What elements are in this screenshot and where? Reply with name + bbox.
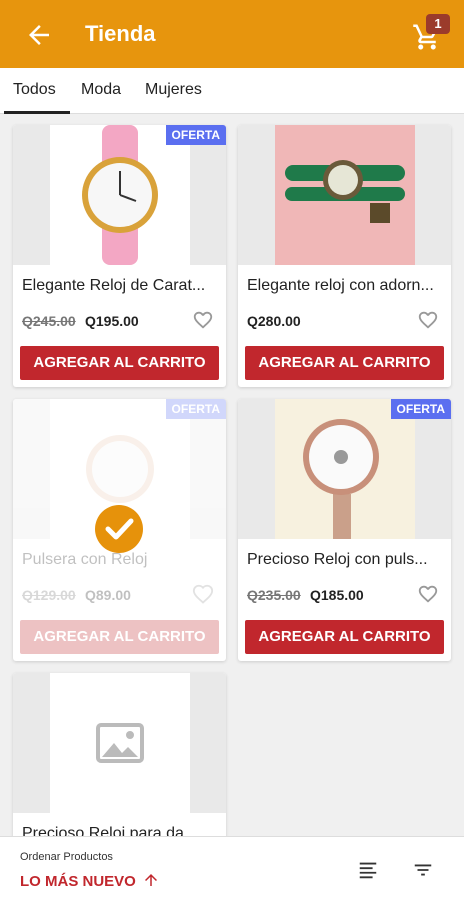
product-image: [50, 125, 190, 265]
product-card[interactable]: OFERTA Elegante Reloj de Carat... Q245.0…: [13, 125, 226, 387]
offer-badge: OFERTA: [165, 399, 226, 419]
sort-value[interactable]: LO MÁS NUEVO: [20, 873, 136, 890]
price-new: Q89.00: [85, 587, 131, 603]
active-tab-indicator: [4, 111, 70, 114]
app-bar: Tienda 1: [0, 0, 464, 68]
product-name[interactable]: Pulsera con Reloj: [22, 551, 218, 569]
filter-icon[interactable]: [410, 859, 436, 881]
product-image-placeholder: [50, 673, 190, 813]
price-new: Q185.00: [310, 587, 364, 603]
cart-count-badge: 1: [426, 14, 450, 34]
product-name[interactable]: Precioso Reloj con puls...: [247, 551, 443, 569]
add-to-cart-button[interactable]: AGREGAR AL CARRITO: [245, 620, 444, 654]
price-new: Q280.00: [247, 313, 301, 329]
price-old: Q245.00: [22, 313, 76, 329]
sort-label: Ordenar Productos: [20, 851, 113, 863]
category-tabs: Todos Moda Mujeres: [0, 68, 464, 114]
product-card[interactable]: Elegante reloj con adorn... Q280.00 AGRE…: [238, 125, 451, 387]
add-to-cart-button[interactable]: AGREGAR AL CARRITO: [245, 346, 444, 380]
product-name[interactable]: Elegante reloj con adorn...: [247, 277, 443, 295]
offer-badge: OFERTA: [390, 399, 451, 419]
product-card[interactable]: Precioso Reloj para da...: [13, 673, 226, 843]
sort-bar: Ordenar Productos LO MÁS NUEVO: [0, 836, 464, 900]
heart-icon[interactable]: [417, 309, 439, 331]
page-title: Tienda: [85, 21, 156, 46]
tab-todos[interactable]: Todos: [13, 81, 56, 99]
tab-moda[interactable]: Moda: [81, 81, 121, 99]
list-view-icon[interactable]: [357, 859, 379, 881]
price-old: Q235.00: [247, 587, 301, 603]
product-image: [275, 125, 415, 265]
heart-icon[interactable]: [192, 309, 214, 331]
arrow-up-icon[interactable]: [142, 871, 160, 889]
product-name[interactable]: Elegante Reloj de Carat...: [22, 277, 218, 295]
product-image: [275, 399, 415, 539]
product-card[interactable]: OFERTA Precioso Reloj con puls... Q235.0…: [238, 399, 451, 661]
added-check-icon: [95, 505, 143, 553]
tab-mujeres[interactable]: Mujeres: [145, 81, 202, 99]
heart-icon[interactable]: [417, 583, 439, 605]
product-card[interactable]: OFERTA Pulsera con Reloj Q129.00 Q89.00 …: [13, 399, 226, 661]
add-to-cart-button[interactable]: AGREGAR AL CARRITO: [20, 346, 219, 380]
price-new: Q195.00: [85, 313, 139, 329]
price-old: Q129.00: [22, 587, 76, 603]
heart-icon[interactable]: [192, 583, 214, 605]
back-arrow-icon[interactable]: [24, 20, 54, 50]
add-to-cart-button[interactable]: AGREGAR AL CARRITO: [20, 620, 219, 654]
offer-badge: OFERTA: [165, 125, 226, 145]
